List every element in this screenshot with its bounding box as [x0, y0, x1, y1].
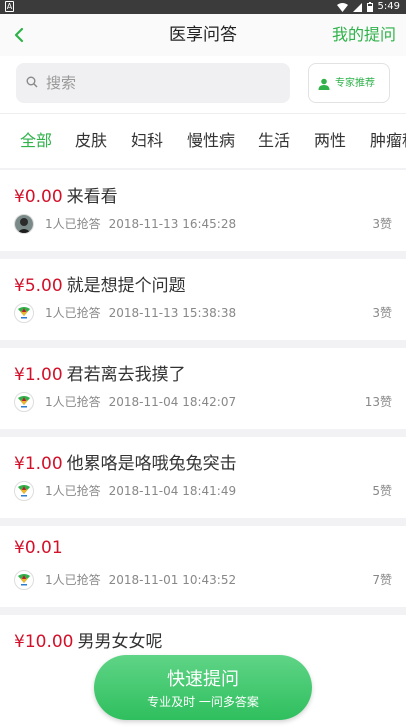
- tab-oncology[interactable]: 肿瘤科: [370, 114, 406, 168]
- person-icon: [318, 78, 330, 90]
- question-title: ¥0.00 来看看: [14, 182, 118, 207]
- search-input[interactable]: 搜索: [16, 63, 290, 103]
- expert-recommend-label: 专家推荐: [335, 78, 375, 89]
- avatar: [14, 303, 34, 323]
- answered-count: 1人已抢答: [45, 306, 101, 320]
- hospital-logo-icon: [18, 307, 30, 319]
- question-card[interactable]: ¥1.00 君若离去我摸了 1人已抢答 2018-11-04 18:42:07 13…: [0, 348, 406, 429]
- question-card[interactable]: ¥1.00 他累咯是咯哦兔兔突击 1人已抢答 2018-11-04 18:41:49…: [0, 437, 406, 518]
- question-text: 就是想提个问题: [66, 276, 186, 296]
- question-price: ¥5.00: [14, 276, 63, 296]
- question-title: ¥1.00 君若离去我摸了: [14, 360, 186, 385]
- question-card[interactable]: ¥0.00 来看看 1人已抢答 2018-11-13 16:45:28 3赞: [0, 170, 406, 251]
- like-count: 13赞: [364, 395, 392, 409]
- nav-bar: 医享问答 我的提问: [0, 14, 406, 56]
- quick-ask-button[interactable]: 快速提问 专业及时 一问多答案: [94, 655, 312, 720]
- question-text: 来看看: [66, 187, 118, 207]
- question-price: ¥1.00: [14, 365, 63, 385]
- answered-count: 1人已抢答: [45, 484, 101, 498]
- status-bar: A 5:49: [0, 0, 406, 14]
- question-title: ¥10.00 男男女女呢: [14, 627, 162, 652]
- question-time: 2018-11-13 15:38:38: [108, 306, 237, 320]
- user-photo-icon: [15, 215, 33, 233]
- expert-recommend-button[interactable]: 专家推荐: [308, 63, 390, 103]
- answered-count: 1人已抢答: [45, 395, 101, 409]
- category-tabs: 全部 皮肤 妇科 慢性病 生活 两性 肿瘤科: [0, 113, 406, 168]
- tab-skin[interactable]: 皮肤: [75, 114, 107, 168]
- question-card[interactable]: ¥0.01 1人已抢答 2018-11-01 10:43:52 7赞: [0, 526, 406, 607]
- question-price: ¥0.01: [14, 538, 63, 558]
- like-count: 3赞: [372, 217, 392, 231]
- hospital-logo-icon: [18, 396, 30, 408]
- tab-all[interactable]: 全部: [20, 114, 52, 168]
- search-placeholder: 搜索: [46, 74, 77, 92]
- quick-ask-subtitle: 专业及时 一问多答案: [147, 695, 259, 709]
- avatar: [14, 481, 34, 501]
- question-time: 2018-11-04 18:41:49: [108, 484, 237, 498]
- answered-count: 1人已抢答: [45, 573, 101, 587]
- question-card[interactable]: ¥5.00 就是想提个问题 1人已抢答 2018-11-13 15:38:38 3赞: [0, 259, 406, 340]
- search-icon: [26, 76, 38, 88]
- tab-chronic[interactable]: 慢性病: [187, 114, 235, 168]
- notification-icon: A: [5, 1, 14, 12]
- question-price: ¥1.00: [14, 454, 63, 474]
- avatar: [14, 392, 34, 412]
- tab-life[interactable]: 生活: [258, 114, 290, 168]
- question-title: ¥1.00 他累咯是咯哦兔兔突击: [14, 449, 237, 474]
- question-time: 2018-11-13 16:45:28: [108, 217, 237, 231]
- wifi-icon: [336, 2, 348, 12]
- like-count: 3赞: [372, 306, 392, 320]
- quick-ask-label: 快速提问: [167, 669, 239, 690]
- question-title: ¥5.00 就是想提个问题: [14, 271, 186, 296]
- question-time: 2018-11-01 10:43:52: [108, 573, 237, 587]
- question-text: 他累咯是咯哦兔兔突击: [66, 454, 237, 474]
- hospital-logo-icon: [18, 485, 30, 497]
- tab-sex[interactable]: 两性: [314, 114, 346, 168]
- like-count: 5赞: [372, 484, 392, 498]
- answered-count: 1人已抢答: [45, 217, 101, 231]
- battery-icon: [366, 2, 373, 12]
- status-time: 5:49: [377, 1, 400, 12]
- my-questions-link[interactable]: 我的提问: [332, 14, 396, 56]
- question-title: ¥0.01: [14, 538, 67, 558]
- like-count: 7赞: [372, 573, 392, 587]
- hospital-logo-icon: [18, 574, 30, 586]
- avatar: [14, 214, 34, 234]
- question-text: 君若离去我摸了: [66, 365, 186, 385]
- avatar: [14, 570, 34, 590]
- tab-gynecology[interactable]: 妇科: [131, 114, 163, 168]
- question-price: ¥10.00: [14, 632, 74, 652]
- question-price: ¥0.00: [14, 187, 63, 207]
- search-area: 搜索 专家推荐: [0, 56, 406, 113]
- question-text: 男男女女呢: [77, 632, 163, 652]
- question-time: 2018-11-04 18:42:07: [108, 395, 237, 409]
- signal-icon: [352, 2, 362, 12]
